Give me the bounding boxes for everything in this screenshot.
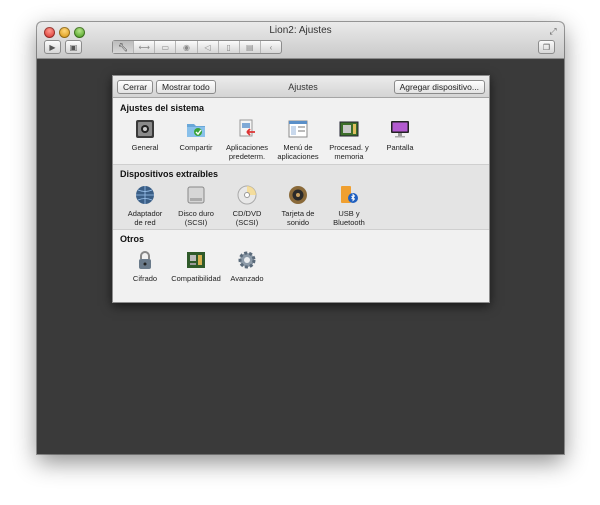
window-icon: ❐ [542,42,551,52]
add-device-button[interactable]: Agregar dispositivo... [393,80,485,94]
item-label: Tarjeta de sonido [281,209,315,227]
section-title: Ajustes del sistema [120,103,205,113]
drive-segment[interactable]: ▤ [240,41,261,53]
item-label: Aplicaciones predeterm. [225,143,269,161]
item-network-adapter[interactable]: Adaptador de red [117,185,173,227]
item-label: General [131,143,159,152]
item-processor-memory[interactable]: Procesad. y memoria [321,119,377,161]
item-label: Menú de aplicaciones [277,143,319,161]
item-compatibility[interactable]: Compatibilidad [168,250,224,283]
title-bar: Lion2: Ajustes ⤢ ▶ ▣ 🔧︎ ⟷ ▭ ◉ ◁ ▯ ▤ ‹ ❐ [37,22,564,59]
item-label: USB y Bluetooth [333,209,365,227]
item-usb-bluetooth[interactable]: USB y Bluetooth [321,185,377,227]
usb-icon: ▯ [226,42,231,52]
disk-segment[interactable]: ▭ [155,41,177,53]
item-label: Adaptador de red [127,209,163,227]
network-globe-icon [136,186,154,204]
drive-icon: ▤ [246,42,254,52]
device-toolbar: 🔧︎ ⟷ ▭ ◉ ◁ ▯ ▤ ‹ [112,40,282,54]
display-icon [391,121,409,138]
sound-icon: ◁ [204,42,211,52]
network-icon: ⟷ [138,42,150,52]
camera-segment[interactable]: ◉ [176,41,198,53]
usb-bluetooth-icon [341,186,358,203]
disk-icon: ▭ [161,42,170,52]
item-app-menu[interactable]: Menú de aplicaciones [270,119,326,161]
wrench-icon: 🔧︎ [117,42,129,52]
window-title: Lion2: Ajustes [269,25,332,36]
cd-dvd-icon [237,185,257,205]
section-title: Otros [120,234,145,244]
item-encryption[interactable]: Cifrado [117,250,173,283]
item-cd-dvd[interactable]: CD/DVD (SCSI) [219,185,275,227]
settings-segment[interactable]: 🔧︎ [113,41,135,53]
item-label: Cifrado [132,274,158,283]
removable-devices-section: Dispositivos extraíbles Adaptador de red… [113,164,489,230]
usb-segment[interactable]: ▯ [219,41,240,53]
app-menu-icon [288,120,308,138]
item-sharing[interactable]: Compartir [168,119,224,152]
snapshot-icon: ▣ [69,42,78,52]
panel-toolbar: Cerrar Mostrar todo Ajustes Agregar disp… [113,76,489,98]
item-label: CD/DVD (SCSI) [232,209,262,227]
hard-disk-icon [187,186,205,204]
item-label: Compatibilidad [171,274,221,283]
section-title: Dispositivos extraíbles [120,169,219,179]
play-icon: ▶ [49,42,56,52]
shared-folder-icon [187,124,205,137]
settings-panel: Cerrar Mostrar todo Ajustes Agregar disp… [112,75,490,303]
chip-icon [187,252,205,268]
vm-display: Cerrar Mostrar todo Ajustes Agregar disp… [37,60,564,454]
play-button[interactable]: ▶ [44,40,61,54]
window-mode-button[interactable]: ❐ [538,40,555,54]
item-sound-card[interactable]: Tarjeta de sonido [270,185,326,227]
speaker-icon [289,186,307,204]
default-apps-icon [239,119,255,137]
item-label: Pantalla [386,143,414,152]
padlock-icon [139,251,151,269]
item-display[interactable]: Pantalla [372,119,428,152]
camera-icon: ◉ [182,42,190,52]
arrow-icon: ‹ [269,42,273,52]
gear-icon [238,251,256,269]
item-default-apps[interactable]: Aplicaciones predeterm. [219,119,275,161]
vm-window: Lion2: Ajustes ⤢ ▶ ▣ 🔧︎ ⟷ ▭ ◉ ◁ ▯ ▤ ‹ ❐ … [37,22,564,454]
item-label: Disco duro (SCSI) [178,209,214,227]
snapshot-button[interactable]: ▣ [65,40,82,54]
others-section: Otros Cifrado Compatibilidad Avanzado [113,230,489,290]
panel-title: Ajustes [288,82,318,92]
item-label: Compartir [179,143,213,152]
item-advanced[interactable]: Avanzado [219,250,275,283]
item-label: Avanzado [230,274,264,283]
general-icon [136,120,154,138]
item-hard-disk[interactable]: Disco duro (SCSI) [168,185,224,227]
network-segment[interactable]: ⟷ [134,41,156,53]
system-settings-section: Ajustes del sistema General Compartir Ap… [113,99,489,164]
show-all-button[interactable]: Mostrar todo [156,80,216,94]
close-panel-button[interactable]: Cerrar [117,80,154,94]
item-general[interactable]: General [117,119,173,152]
fullscreen-icon[interactable]: ⤢ [548,26,558,36]
sound-segment[interactable]: ◁ [198,41,219,53]
processor-icon [339,121,359,137]
more-segment[interactable]: ‹ [261,41,281,53]
item-label: Procesad. y memoria [329,143,369,161]
